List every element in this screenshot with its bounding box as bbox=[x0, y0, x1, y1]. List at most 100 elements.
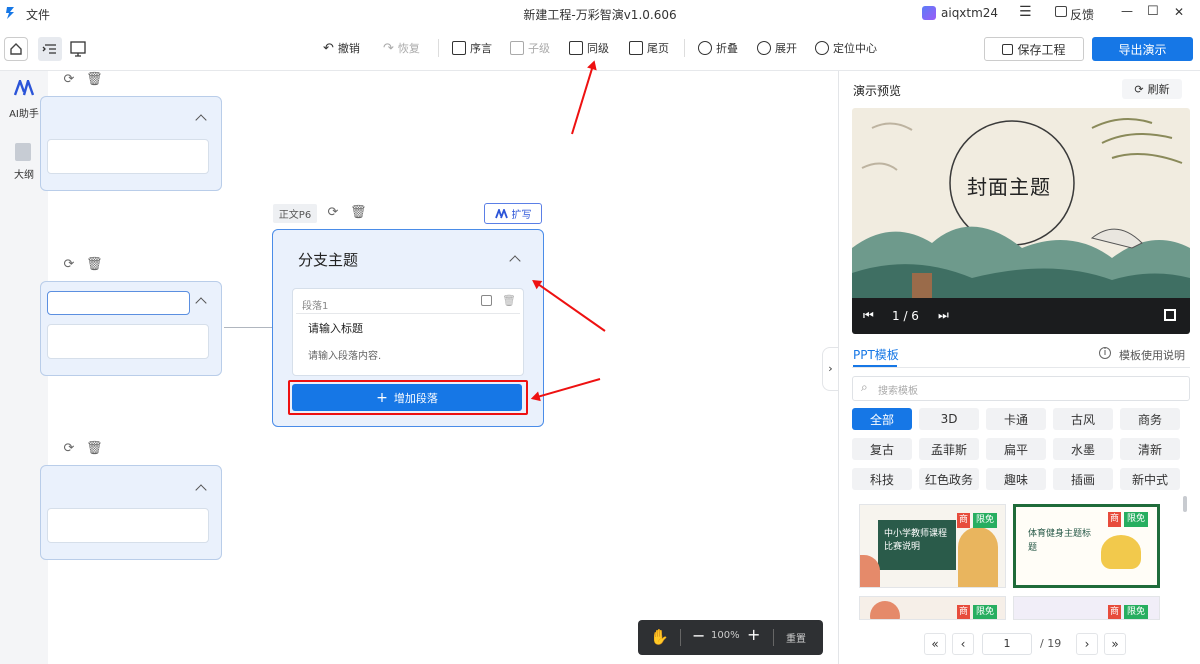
undo-button[interactable]: ↶ 撤销 bbox=[323, 37, 360, 59]
username[interactable]: aiqxtm24 bbox=[941, 6, 998, 20]
template-card[interactable]: 商 限免 bbox=[1013, 596, 1160, 620]
node-title-input[interactable] bbox=[47, 291, 190, 315]
refresh-icon[interactable]: ⟳ bbox=[62, 442, 76, 456]
trash-icon[interactable]: 🗑 bbox=[350, 206, 367, 220]
menu-icon[interactable]: ☰ bbox=[1019, 4, 1032, 20]
category-tag[interactable]: 清新 bbox=[1120, 438, 1180, 460]
panel-toggle-button[interactable]: › bbox=[822, 347, 838, 391]
paragraph-box[interactable]: 段落1 🗑 请输入标题 请输入段落内容. bbox=[292, 288, 524, 376]
template-card[interactable]: 商 限免 bbox=[859, 596, 1006, 620]
node-content-box[interactable] bbox=[47, 508, 209, 543]
chevron-up-icon[interactable] bbox=[195, 297, 207, 309]
feedback-button[interactable]: 反馈 bbox=[1070, 6, 1094, 23]
chevron-right-icon: › bbox=[828, 362, 833, 375]
category-tag[interactable]: 新中式 bbox=[1120, 468, 1180, 490]
refresh-icon[interactable]: ⟳ bbox=[62, 73, 76, 87]
menu-file[interactable]: 文件 bbox=[26, 6, 50, 23]
presentation-view-button[interactable] bbox=[66, 37, 90, 61]
close-button[interactable]: ✕ bbox=[1174, 5, 1184, 19]
preface-button[interactable]: 序言 bbox=[452, 37, 492, 59]
trash-icon[interactable]: 🗑 bbox=[86, 73, 103, 87]
zoom-reset-button[interactable]: 重置 bbox=[786, 630, 806, 645]
user-avatar-icon[interactable] bbox=[922, 6, 936, 20]
badge-commercial: 商 bbox=[1108, 605, 1122, 619]
branch-node-card[interactable]: 分支主题 段落1 🗑 请输入标题 请输入段落内容. + 增加段落 bbox=[272, 229, 544, 427]
category-tag[interactable]: 扁平 bbox=[986, 438, 1046, 460]
outline-view-button[interactable] bbox=[38, 37, 62, 61]
category-tag[interactable]: 古风 bbox=[1053, 408, 1113, 430]
category-tag[interactable]: 趣味 bbox=[986, 468, 1046, 490]
preface-label: 序言 bbox=[470, 42, 492, 55]
preface-icon bbox=[452, 41, 466, 55]
template-card-text: 体育健身主题标题 bbox=[1028, 529, 1092, 553]
maximize-button[interactable]: ☐ bbox=[1147, 4, 1159, 19]
trash-icon[interactable]: 🗑 bbox=[502, 294, 516, 307]
slide-preview[interactable]: 封面主题 ⏮ 1 / 6 ⏭ bbox=[852, 108, 1190, 334]
add-paragraph-button[interactable]: + 增加段落 bbox=[292, 384, 522, 411]
expand-write-button[interactable]: 扩写 bbox=[484, 203, 542, 224]
node-card[interactable] bbox=[40, 96, 222, 191]
branch-title[interactable]: 分支主题 bbox=[298, 249, 358, 270]
template-card[interactable]: 中小学教师课程比赛说明 商 限免 bbox=[859, 504, 1006, 588]
toolbar-divider bbox=[438, 39, 439, 57]
fullscreen-icon[interactable] bbox=[1164, 309, 1176, 321]
zoom-bar: ✋ − 100% + 重置 bbox=[638, 620, 823, 655]
page-number-input[interactable]: 1 bbox=[982, 633, 1032, 655]
next-page-icon[interactable]: › bbox=[1076, 633, 1098, 655]
refresh-button[interactable]: ⟳ 刷新 bbox=[1122, 79, 1182, 99]
chevron-up-icon[interactable] bbox=[509, 255, 521, 267]
trash-icon[interactable]: 🗑 bbox=[86, 442, 103, 456]
collapse-button[interactable]: 折叠 bbox=[698, 37, 738, 59]
category-tag[interactable]: 插画 bbox=[1053, 468, 1113, 490]
prev-page-icon[interactable]: ‹ bbox=[952, 633, 974, 655]
divider bbox=[773, 629, 774, 646]
hand-icon[interactable]: ✋ bbox=[650, 628, 669, 646]
category-tag[interactable]: 红色政务 bbox=[919, 468, 979, 490]
category-tag[interactable]: 3D bbox=[919, 408, 979, 430]
next-slide-icon[interactable]: ⏭ bbox=[938, 308, 949, 323]
category-tag[interactable]: 全部 bbox=[852, 408, 912, 430]
redo-button[interactable]: ↷ 恢复 bbox=[383, 37, 420, 59]
minimize-button[interactable]: — bbox=[1121, 4, 1133, 18]
zoom-in-icon[interactable]: + bbox=[747, 625, 760, 644]
first-page-icon[interactable]: « bbox=[924, 633, 946, 655]
expand-button[interactable]: 展开 bbox=[757, 37, 797, 59]
tab-ppt-templates[interactable]: PPT模板 bbox=[853, 346, 899, 363]
node-card[interactable] bbox=[40, 281, 222, 376]
locate-center-button[interactable]: 定位中心 bbox=[815, 37, 877, 59]
template-card[interactable]: 体育健身主题标题 商 限免 bbox=[1013, 504, 1160, 588]
child-button[interactable]: 子级 bbox=[510, 37, 550, 59]
paragraph-content-input[interactable]: 请输入段落内容. bbox=[308, 347, 381, 362]
prev-slide-icon[interactable]: ⏮ bbox=[863, 308, 874, 323]
paragraph-title-input[interactable]: 请输入标题 bbox=[308, 320, 363, 336]
category-tag[interactable]: 复古 bbox=[852, 438, 912, 460]
category-tag[interactable]: 孟菲斯 bbox=[919, 438, 979, 460]
category-tag[interactable]: 水墨 bbox=[1053, 438, 1113, 460]
expand-write-label: 扩写 bbox=[511, 210, 532, 221]
node-content-box[interactable] bbox=[47, 139, 209, 174]
pagination-bar: « ‹ 1 / 19 › » bbox=[839, 621, 1200, 664]
trash-icon[interactable]: 🗑 bbox=[86, 258, 103, 272]
scrollbar-thumb[interactable] bbox=[1183, 496, 1187, 512]
outline-list-icon bbox=[42, 44, 56, 54]
node-card[interactable] bbox=[40, 465, 222, 560]
home-button[interactable] bbox=[4, 37, 28, 61]
refresh-icon[interactable]: ⟳ bbox=[326, 206, 340, 220]
template-search-input[interactable]: ⌕ 搜索模板 bbox=[852, 376, 1190, 401]
refresh-icon[interactable]: ⟳ bbox=[62, 258, 76, 272]
last-page-icon[interactable]: » bbox=[1104, 633, 1126, 655]
category-tag[interactable]: 卡通 bbox=[986, 408, 1046, 430]
save-project-button[interactable]: 保存工程 bbox=[984, 37, 1084, 61]
epilogue-button[interactable]: 尾页 bbox=[629, 37, 669, 59]
category-tag[interactable]: 科技 bbox=[852, 468, 912, 490]
node-content-box[interactable] bbox=[47, 324, 209, 359]
chevron-up-icon[interactable] bbox=[195, 484, 207, 496]
sibling-button[interactable]: 同级 bbox=[569, 37, 609, 59]
preview-title: 演示预览 bbox=[853, 84, 902, 98]
collapse-paragraph-icon[interactable] bbox=[481, 295, 492, 306]
export-button[interactable]: 导出演示 bbox=[1092, 37, 1193, 61]
category-tag[interactable]: 商务 bbox=[1120, 408, 1180, 430]
zoom-out-icon[interactable]: − bbox=[692, 626, 705, 645]
template-help-link[interactable]: 模板使用说明 bbox=[1119, 347, 1185, 363]
chevron-up-icon[interactable] bbox=[195, 114, 207, 126]
